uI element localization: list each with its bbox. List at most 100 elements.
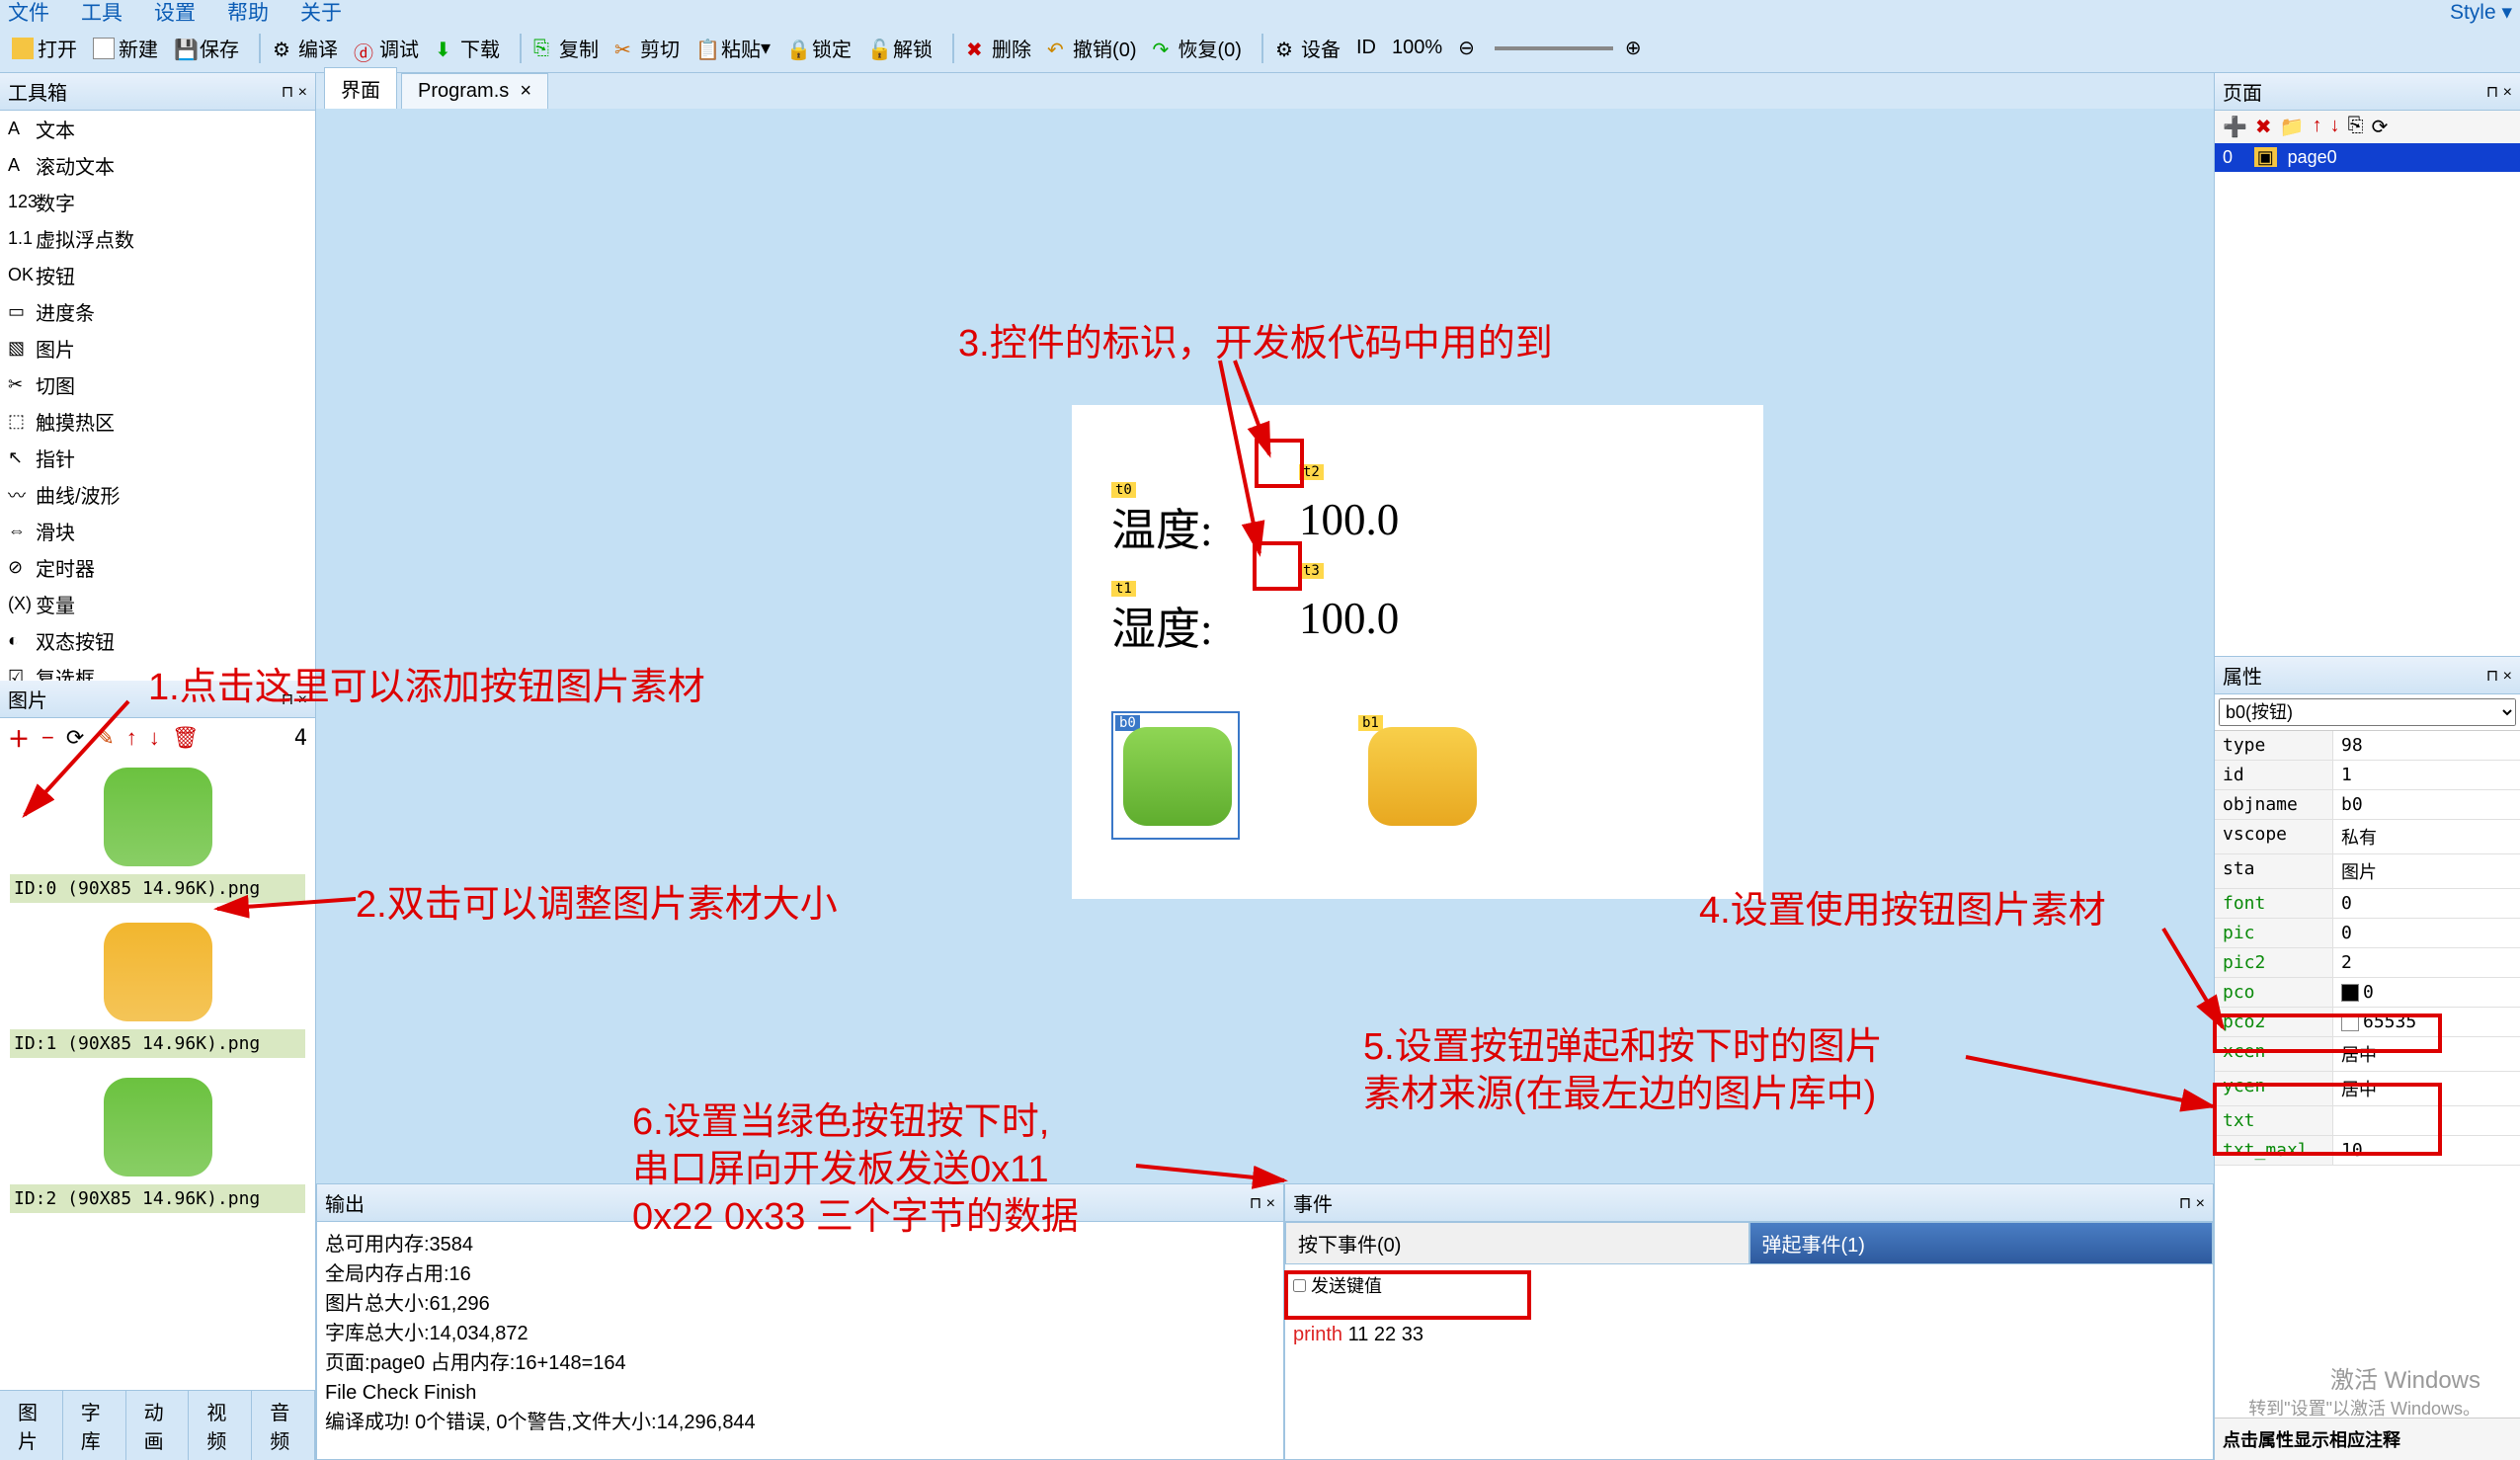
- page-del-icon[interactable]: ✖: [2255, 115, 2272, 139]
- menu-file[interactable]: 文件: [8, 0, 49, 27]
- toolbox-item[interactable]: ↖指针: [0, 440, 315, 476]
- tb-new[interactable]: 新建: [89, 32, 162, 64]
- prop-row-vscope[interactable]: vscope私有: [2215, 820, 2520, 854]
- tb-compile[interactable]: ⚙编译: [269, 32, 342, 64]
- prop-row-pic[interactable]: pic0: [2215, 919, 2520, 948]
- prop-row-xcen[interactable]: xcen居中: [2215, 1037, 2520, 1072]
- menu-help[interactable]: 帮助: [227, 0, 269, 27]
- tb-device[interactable]: ⚙设备: [1271, 32, 1344, 64]
- toolbox-item[interactable]: 123数字: [0, 184, 315, 220]
- toolbox-item[interactable]: ⇔滑块: [0, 513, 315, 549]
- prop-row-pco[interactable]: pco0: [2215, 978, 2520, 1008]
- send-key-checkbox[interactable]: [1293, 1279, 1306, 1292]
- bottom-tab[interactable]: 图片: [0, 1391, 63, 1460]
- prop-row-font[interactable]: font0: [2215, 889, 2520, 919]
- menu-tool[interactable]: 工具: [81, 0, 122, 27]
- toolbox-item[interactable]: A滚动文本: [0, 147, 315, 184]
- event-tab-down[interactable]: 按下事件(0): [1285, 1222, 1749, 1264]
- toolbox-item[interactable]: (X)变量: [0, 586, 315, 622]
- tb-delete[interactable]: ✖删除: [962, 32, 1035, 64]
- pic-edit-icon[interactable]: ✎: [96, 725, 114, 751]
- toolbox-item[interactable]: ✂切图: [0, 366, 315, 403]
- picture-list: ID:0 (90X85 14.96K).pngID:1 (90X85 14.96…: [0, 758, 315, 1390]
- bottom-tab[interactable]: 音频: [252, 1391, 315, 1460]
- toolbox-item[interactable]: 1.1虚拟浮点数: [0, 220, 315, 257]
- props-selector[interactable]: b0(按钮): [2215, 694, 2520, 731]
- tb-redo[interactable]: ↷恢复(0): [1149, 32, 1246, 64]
- tb-copy[interactable]: ⎘复制: [529, 32, 603, 64]
- label-humid[interactable]: 湿度:: [1111, 593, 1213, 657]
- button-b1[interactable]: [1368, 727, 1477, 826]
- bottom-tab[interactable]: 视频: [189, 1391, 252, 1460]
- page-more-icon[interactable]: ⟳: [2372, 115, 2389, 139]
- prop-row-pco2[interactable]: pco265535: [2215, 1008, 2520, 1037]
- event-tab-up[interactable]: 弹起事件(1): [1749, 1222, 2214, 1264]
- style-dropdown[interactable]: Style ▾: [2450, 0, 2512, 25]
- menu-setting[interactable]: 设置: [154, 0, 196, 27]
- page-copy-icon[interactable]: ⎘: [2348, 115, 2364, 139]
- page-import-icon[interactable]: 📁: [2280, 115, 2305, 139]
- tb-unlock[interactable]: 🔓解锁: [863, 32, 936, 64]
- tb-debug[interactable]: ⓓ调试: [350, 32, 423, 64]
- pic-down-icon[interactable]: ↓: [149, 725, 160, 751]
- toolbox-item[interactable]: OK按钮: [0, 257, 315, 293]
- page-add-icon[interactable]: ➕: [2223, 115, 2247, 139]
- prop-row-pic2[interactable]: pic22: [2215, 948, 2520, 978]
- tb-zoom-out[interactable]: ⊖: [1454, 34, 1479, 62]
- menu-bar: 文件 工具 设置 帮助 关于 Style ▾: [0, 0, 2520, 24]
- pic-refresh-icon[interactable]: ⟳: [66, 725, 84, 751]
- toolbox-item[interactable]: 〰曲线/波形: [0, 476, 315, 513]
- object-select[interactable]: b0(按钮): [2219, 698, 2516, 726]
- tb-cut[interactable]: ✂剪切: [610, 32, 684, 64]
- pic-count: 4: [294, 726, 307, 751]
- prop-row-txt[interactable]: txt: [2215, 1106, 2520, 1136]
- picture-item[interactable]: ID:2 (90X85 14.96K).png: [0, 1068, 315, 1223]
- prop-row-type[interactable]: type98: [2215, 731, 2520, 761]
- page-up-icon[interactable]: ↑: [2313, 115, 2322, 139]
- prop-row-objname[interactable]: objnameb0: [2215, 790, 2520, 820]
- prop-row-id[interactable]: id1: [2215, 761, 2520, 790]
- pin-icon[interactable]: ⊓ ×: [282, 82, 307, 102]
- page-down-icon[interactable]: ↓: [2330, 115, 2340, 139]
- prop-row-sta[interactable]: sta图片: [2215, 854, 2520, 889]
- prop-row-txt_maxl[interactable]: txt_maxl10: [2215, 1136, 2520, 1166]
- prop-row-ycen[interactable]: ycen居中: [2215, 1072, 2520, 1106]
- toolbox-item[interactable]: ▧图片: [0, 330, 315, 366]
- pic-remove-icon[interactable]: −: [41, 725, 54, 751]
- bottom-tab[interactable]: 字库: [63, 1391, 126, 1460]
- pic-delete-icon[interactable]: 🗑: [172, 725, 200, 751]
- menu-about[interactable]: 关于: [300, 0, 342, 27]
- tab-program[interactable]: Program.s ×: [401, 73, 548, 109]
- tb-download[interactable]: ⬇下载: [431, 32, 504, 64]
- tb-zoom[interactable]: 100%: [1388, 35, 1446, 61]
- tb-open[interactable]: 打开: [8, 32, 81, 64]
- tb-zoom-in[interactable]: ⊕: [1621, 34, 1646, 62]
- button-b0[interactable]: [1123, 727, 1232, 826]
- design-surface[interactable]: t0 温度: t2 100.0 t1 湿度: t3 100.0 b0 b1: [1072, 405, 1763, 899]
- pin-icon[interactable]: ⊓ ×: [282, 689, 307, 709]
- value-humid[interactable]: 100.0: [1299, 593, 1399, 644]
- pic-add-icon[interactable]: ＋: [8, 722, 30, 754]
- toolbox-item[interactable]: ⊘定时器: [0, 549, 315, 586]
- toolbox-item[interactable]: ◐双态按钮: [0, 622, 315, 659]
- label-temp[interactable]: 温度:: [1111, 494, 1213, 558]
- picture-item[interactable]: ID:0 (90X85 14.96K).png: [0, 758, 315, 913]
- value-temp[interactable]: 100.0: [1299, 494, 1399, 545]
- toolbox-item[interactable]: ☑复选框: [0, 659, 315, 681]
- toolbox-item[interactable]: A文本: [0, 111, 315, 147]
- tab-design[interactable]: 界面: [324, 67, 397, 109]
- bottom-tab[interactable]: 动画: [126, 1391, 190, 1460]
- tb-save[interactable]: 💾保存: [170, 32, 243, 64]
- event-code-area[interactable]: 发送键值 printh 11 22 33: [1285, 1264, 2213, 1459]
- tb-paste[interactable]: 📋粘贴▾: [691, 32, 774, 64]
- tb-id[interactable]: ID: [1352, 35, 1380, 61]
- tb-lock[interactable]: 🔒锁定: [782, 32, 855, 64]
- pic-up-icon[interactable]: ↑: [126, 725, 137, 751]
- picture-item[interactable]: ID:1 (90X85 14.96K).png: [0, 913, 315, 1068]
- tag-t3: t3: [1299, 563, 1324, 579]
- canvas[interactable]: t0 温度: t2 100.0 t1 湿度: t3 100.0 b0 b1: [316, 109, 2214, 1183]
- tb-undo[interactable]: ↶撤销(0): [1043, 32, 1140, 64]
- toolbox-item[interactable]: ▭进度条: [0, 293, 315, 330]
- toolbox-item[interactable]: ⬚触摸热区: [0, 403, 315, 440]
- page-item-0[interactable]: 0 ▣ page0: [2215, 143, 2520, 172]
